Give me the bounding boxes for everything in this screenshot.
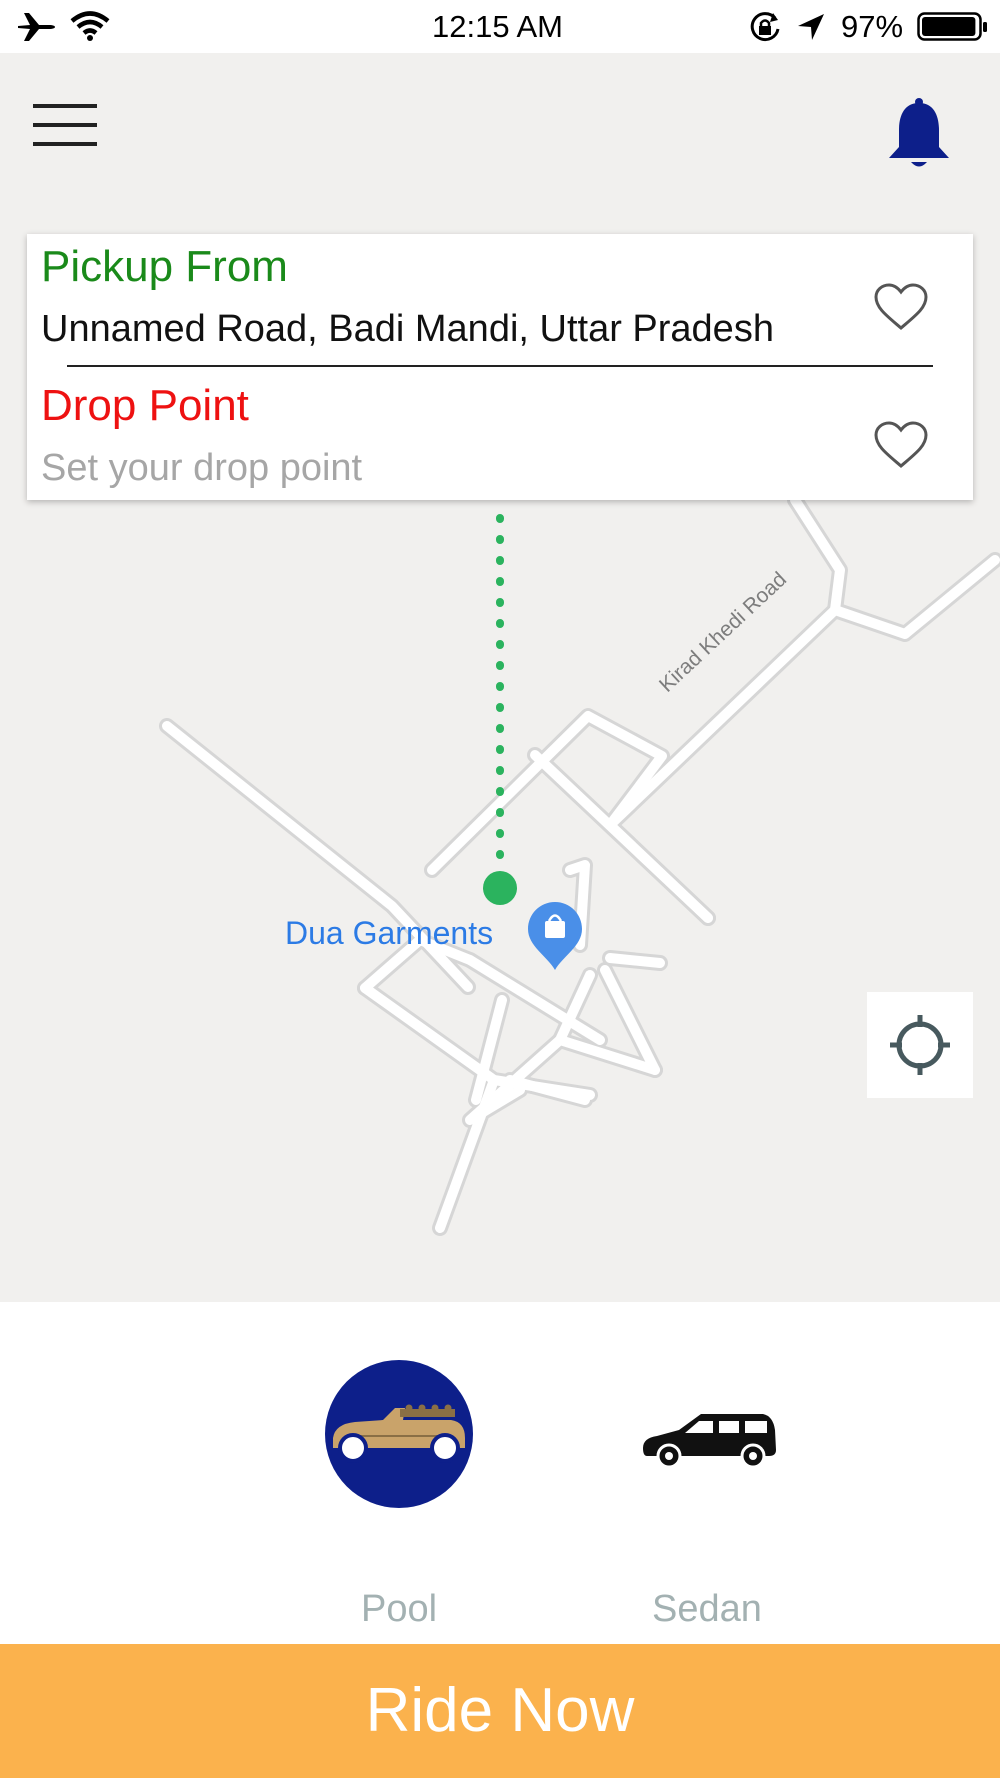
pickup-label: Pickup From: [41, 242, 288, 291]
vehicle-label-pool: Pool: [360, 1588, 438, 1630]
location-card: Pickup From Unnamed Road, Badi Mandi, Ut…: [27, 234, 973, 500]
pickup-address-field[interactable]: Unnamed Road, Badi Mandi, Uttar Pradesh: [41, 306, 861, 352]
poi-label[interactable]: Dua Garments: [285, 915, 493, 952]
crosshair-icon: [890, 1015, 950, 1075]
hamburger-menu-icon[interactable]: [33, 103, 97, 147]
ride-now-button[interactable]: Ride Now: [0, 1644, 1000, 1778]
rotation-lock-icon: [750, 12, 780, 42]
drop-point-field[interactable]: Set your drop point: [41, 445, 861, 491]
battery-icon: [917, 12, 987, 41]
drop-favorite-heart-icon[interactable]: [873, 420, 929, 470]
status-bar: 12:15 AM 97%: [0, 0, 1000, 53]
divider: [67, 365, 933, 367]
wifi-icon: [70, 11, 110, 41]
vehicle-label-sedan: Sedan: [652, 1588, 762, 1630]
location-arrow-icon: [798, 14, 824, 40]
status-time: 12:15 AM: [432, 9, 563, 44]
vehicle-option-pool[interactable]: Pool: [299, 1360, 499, 1630]
bell-icon[interactable]: [886, 97, 952, 169]
pickup-marker[interactable]: [483, 871, 517, 905]
pickup-favorite-heart-icon[interactable]: [873, 282, 929, 332]
vehicle-selector: Pool Sedan: [0, 1302, 1000, 1644]
my-location-button[interactable]: [867, 992, 973, 1098]
battery-percent: 97%: [841, 9, 904, 44]
vehicle-option-sedan[interactable]: Sedan: [607, 1360, 807, 1630]
header: [0, 53, 1000, 233]
airplane-icon: [18, 13, 55, 41]
drop-label: Drop Point: [41, 381, 249, 430]
battery-fill: [922, 17, 976, 36]
convertible-car-icon: [325, 1360, 473, 1508]
sedan-car-icon: [643, 1414, 776, 1468]
